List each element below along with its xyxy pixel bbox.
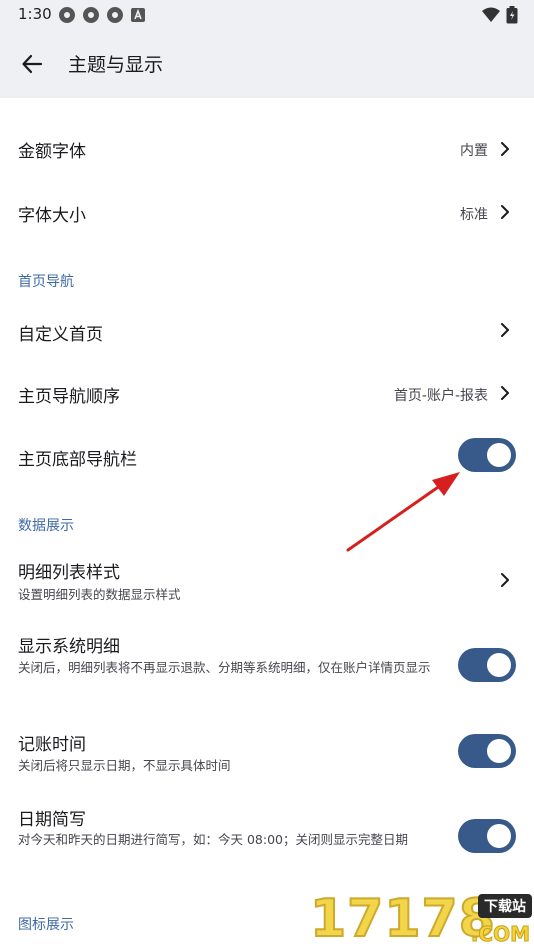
page-title: 主题与显示 (68, 54, 164, 76)
section-header-home-nav: 首页导航 (18, 274, 74, 290)
setting-title: 自定义首页 (18, 325, 103, 345)
setting-nav-order[interactable]: 主页导航顺序 首页-账户-报表 (0, 362, 534, 424)
toggle-knob (487, 653, 511, 677)
status-bar: 1:30 (0, 0, 534, 30)
setting-date-short: 日期简写 对今天和昨天的日期进行简写，如：今天 08:00；关闭则显示完整日期 (0, 793, 534, 883)
battery-icon (506, 6, 518, 24)
setting-title: 显示系统明细 (18, 637, 120, 657)
arrow-back-icon (22, 54, 43, 74)
notification-app-icon (83, 7, 99, 23)
watermark-number: 17178 (309, 888, 496, 950)
setting-title: 主页底部导航栏 (18, 450, 137, 470)
setting-amount-font[interactable]: 金额字体 内置 (0, 118, 534, 180)
system-detail-toggle[interactable] (458, 648, 516, 682)
section-header-data: 数据展示 (18, 518, 74, 534)
record-time-toggle[interactable] (458, 734, 516, 768)
app-bar: 主题与显示 (0, 30, 534, 98)
section-header-icon: 图标展示 (18, 917, 74, 933)
setting-title: 字体大小 (18, 206, 86, 226)
watermark-logo: 17178 下载站 .COM (309, 888, 534, 950)
setting-subtitle: 对今天和昨天的日期进行简写，如：今天 08:00；关闭则显示完整日期 (18, 832, 408, 847)
watermark-badge: 下载站 (478, 894, 532, 918)
status-time: 1:30 (18, 5, 52, 23)
chevron-right-icon (501, 205, 509, 219)
notification-a-icon (131, 8, 145, 22)
setting-title: 主页导航顺序 (18, 387, 120, 407)
setting-title: 金额字体 (18, 142, 86, 162)
setting-font-size[interactable]: 字体大小 标准 (0, 180, 534, 242)
chevron-right-icon (501, 386, 509, 400)
setting-title: 记账时间 (18, 735, 86, 755)
setting-value: 内置 (460, 143, 488, 159)
setting-value: 标准 (460, 207, 488, 223)
watermark-domain: .COM (470, 922, 530, 947)
toggle-knob (487, 824, 511, 848)
notification-app-icon (59, 7, 75, 23)
toggle-knob (487, 739, 511, 763)
setting-value: 首页-账户-报表 (393, 388, 488, 404)
setting-subtitle: 关闭后将只显示日期，不显示具体时间 (18, 758, 231, 773)
chevron-right-icon (501, 142, 509, 156)
status-system-icons (482, 6, 518, 24)
annotation-arrow-icon (346, 472, 460, 552)
chevron-right-icon (501, 573, 509, 587)
chevron-right-icon (501, 323, 509, 337)
notification-app-icon (107, 7, 123, 23)
status-notification-icons (58, 6, 146, 24)
setting-custom-home[interactable]: 自定义首页 (0, 300, 534, 362)
date-short-toggle[interactable] (458, 819, 516, 853)
wifi-icon (482, 7, 500, 22)
setting-subtitle: 设置明细列表的数据显示样式 (18, 587, 181, 602)
setting-subtitle: 关闭后，明细列表将不再显示退款、分期等系统明细，仅在账户详情页显示 (18, 660, 431, 675)
setting-title: 日期简写 (18, 810, 86, 830)
setting-title: 明细列表样式 (18, 563, 120, 583)
toggle-knob (487, 443, 511, 467)
setting-detail-style[interactable]: 明细列表样式 设置明细列表的数据显示样式 (0, 548, 534, 614)
back-button[interactable] (14, 46, 50, 82)
setting-system-detail: 显示系统明细 关闭后，明细列表将不再显示退款、分期等系统明细，仅在账户详情页显示 (0, 620, 534, 710)
setting-record-time: 记账时间 关闭后将只显示日期，不显示具体时间 (0, 718, 534, 788)
